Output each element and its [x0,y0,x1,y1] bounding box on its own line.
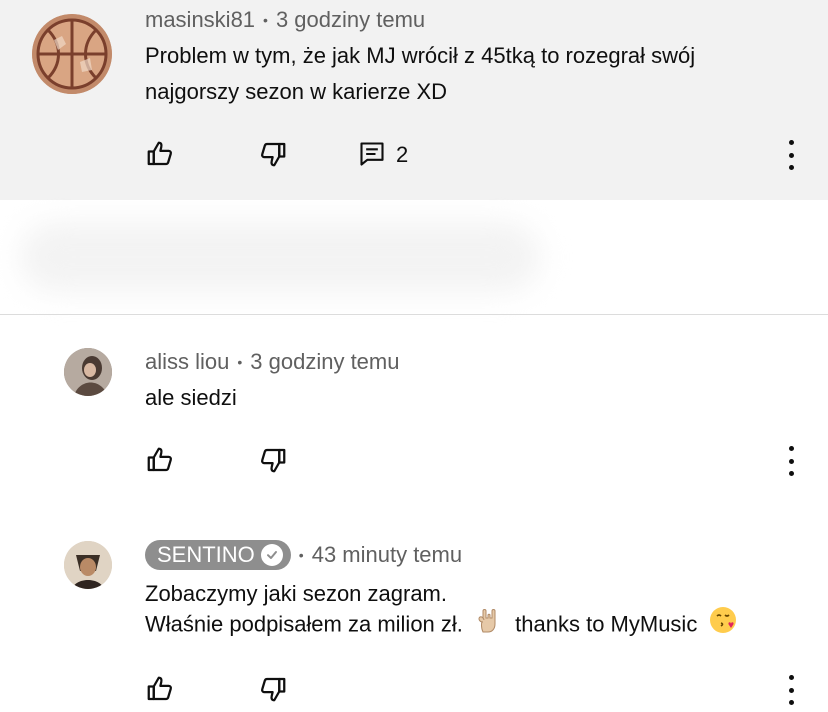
author-name[interactable]: aliss liou [145,349,229,375]
like-button[interactable] [143,137,177,171]
avatar[interactable] [64,541,112,589]
more-vert-icon[interactable] [781,446,801,476]
author-name: SENTINO [157,542,255,567]
comment-meta: masinski81 • 3 godziny temu [145,7,426,33]
thumbs-down-icon [261,448,286,473]
profile-photo [64,541,112,589]
timestamp[interactable]: 43 minuty temu [312,542,462,568]
thumbs-down-icon [261,677,286,702]
thumbs-up-icon [147,676,172,701]
timestamp[interactable]: 3 godziny temu [276,7,425,33]
like-button[interactable] [143,443,177,477]
profile-photo [64,348,112,396]
comment-icon [360,142,384,166]
face-blowing-kiss-emoji [709,606,737,645]
comment-text-segment: thanks to MyMusic [515,611,698,637]
thumbs-down-icon [261,142,286,167]
comment-meta: aliss liou • 3 godziny temu [145,349,400,375]
timestamp[interactable]: 3 godziny temu [250,349,399,375]
dislike-button[interactable] [256,443,290,477]
blurred-content [20,222,540,292]
like-button[interactable] [143,672,177,706]
comment-text-line: Właśnie podpisałem za milion zł. thanks … [145,606,737,645]
dislike-button[interactable] [256,672,290,706]
thumbs-up-icon [147,447,172,472]
avatar[interactable] [64,348,112,396]
dislike-button[interactable] [256,137,290,171]
divider [0,314,828,315]
avatar[interactable] [32,14,112,94]
reply-button[interactable] [355,137,389,171]
more-vert-icon[interactable] [781,140,801,170]
verified-check-icon [260,544,283,566]
reply-count[interactable]: 2 [396,142,408,168]
basketball-icon [32,14,112,94]
comment-text-line: Problem w tym, że jak MJ wrócił z 45tką … [145,43,696,68]
more-vert-icon[interactable] [781,675,801,705]
comment-text-line: najgorszy sezon w karierze XD [145,79,448,104]
channel-owner-badge[interactable]: SENTINO [145,540,291,570]
rock-on-hand-emoji [475,606,503,645]
comment-text-segment: Właśnie podpisałem za milion zł. [145,611,463,637]
author-name[interactable]: masinski81 [145,7,255,33]
thumbs-up-icon [147,141,172,166]
comment-text-line: ale siedzi [145,385,237,410]
comment-meta: SENTINO • 43 minuty temu [145,540,462,570]
